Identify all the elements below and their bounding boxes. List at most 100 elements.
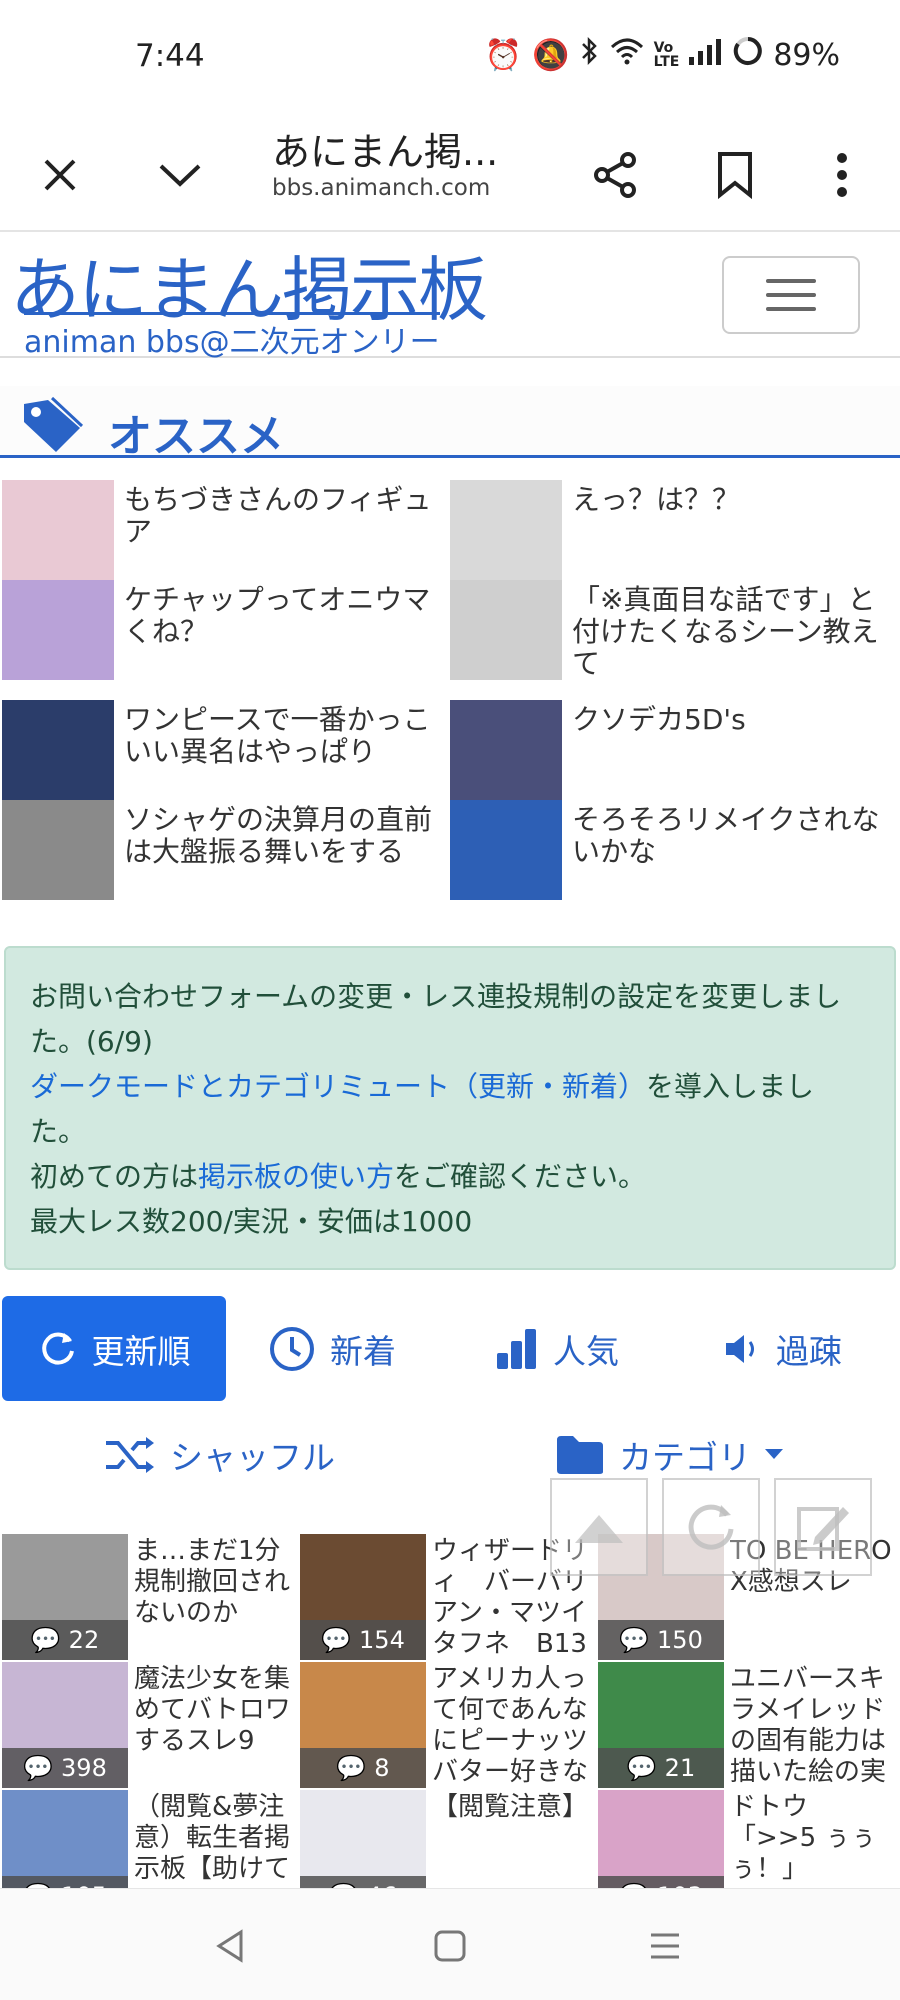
thread-grid: 💬 22 ま…まだ1分規制撤回されないのか 💬 154 ウィザードリィ バーバリアン… (0, 1530, 900, 1890)
how-to-use-link[interactable]: 掲示板の使い方 (198, 1160, 394, 1193)
thread-title[interactable]: 魔法少女を集めてバトロワするスレ9 (134, 1664, 298, 1788)
scroll-top-button[interactable] (550, 1478, 648, 1576)
notice-line: ダークモードとカテゴリミュート（更新・新着）を導入しました。 (30, 1070, 815, 1148)
hamburger-line (766, 293, 816, 297)
thread-card[interactable]: 💬 398 魔法少女を集めてバトロワするスレ9 (2, 1662, 300, 1788)
thread-card[interactable]: 💬46 【閲覧注意】 (300, 1790, 598, 1890)
thread-thumbnail[interactable]: 💬103 (598, 1790, 724, 1890)
wifi-icon (610, 37, 644, 73)
recommend-item[interactable]: ワンピースで一番かっこいい異名はやっぱり (2, 700, 432, 800)
shuffle-icon (106, 1437, 154, 1473)
thread-title[interactable]: 【閲覧注意】 (432, 1792, 596, 1890)
thread-card[interactable]: 💬 21 ユニバースキラメイレッドの固有能力は描いた絵の実 (598, 1662, 896, 1788)
page-url[interactable]: bbs.animanch.com (272, 175, 490, 201)
thread-card[interactable]: 💬105 （閲覧&夢注意）転生者掲示板【助けて (2, 1790, 300, 1890)
bluetooth-icon (580, 36, 600, 74)
recommend-thumbnail[interactable] (450, 700, 562, 800)
reply-count: 💬 22 (2, 1620, 128, 1660)
comment-icon: 💬 (336, 1754, 367, 1782)
recommend-item[interactable]: もちづきさんのフィギュア (2, 480, 432, 580)
recommend-item-title[interactable]: クソデカ5D's (572, 704, 882, 736)
thread-card[interactable]: 💬 8 アメリカ人って何であんなにピーナッツバター好きな (300, 1662, 598, 1788)
recents-icon[interactable] (630, 1911, 700, 1981)
recommend-item-title[interactable]: ソシャゲの決算月の直前は大盤振る舞いをする (124, 804, 434, 868)
thread-thumbnail[interactable]: 💬105 (2, 1790, 128, 1890)
shuffle-button[interactable]: シャッフル (104, 1410, 335, 1500)
tag-icon (20, 396, 86, 460)
share-icon[interactable] (580, 140, 650, 210)
recommend-thumbnail[interactable] (2, 580, 114, 680)
recommend-item[interactable]: えっ？は？？ (450, 480, 880, 580)
recommend-thumbnail[interactable] (2, 700, 114, 800)
sort-tabs: 更新順 新着 人気 過疎 (0, 1296, 900, 1401)
page-title[interactable]: あにまん掲... (272, 121, 498, 176)
alarm-icon: ⏰ (484, 37, 523, 73)
caret-down-icon (765, 1449, 783, 1459)
close-icon[interactable] (25, 140, 95, 210)
reply-count: 💬 398 (2, 1748, 128, 1788)
notice-box: お問い合わせフォームの変更・レス連投規制の設定を変更しました。(6/9) ダーク… (4, 946, 896, 1270)
bookmark-icon[interactable] (700, 140, 770, 210)
thread-title[interactable]: ま…まだ1分規制撤回されないのか (134, 1536, 298, 1660)
site-header: あにまん掲示板 animan bbs@二次元オンリー (0, 234, 900, 360)
notice-line: お問い合わせフォームの変更・レス連投規制の設定を変更しました。(6/9) (30, 980, 842, 1058)
thread-thumbnail[interactable]: 💬 21 (598, 1662, 724, 1788)
recommend-item[interactable]: ソシャゲの決算月の直前は大盤振る舞いをする (2, 800, 432, 900)
chevron-down-icon[interactable] (145, 140, 215, 210)
tab-past[interactable]: 過疎 (722, 1296, 842, 1401)
recommend-item-title[interactable]: もちづきさんのフィギュア (124, 484, 434, 548)
thread-thumbnail[interactable]: 💬 8 (300, 1662, 426, 1788)
thread-title[interactable]: ドトウ「>>5 ぅぅぅ！」 (730, 1792, 894, 1890)
recommend-item-title[interactable]: ケチャップってオニウマくね？ (124, 584, 434, 648)
recommend-thumbnail[interactable] (450, 580, 562, 680)
speaker-icon (726, 1334, 754, 1363)
new-thread-button[interactable] (774, 1478, 872, 1576)
reply-count: 💬 8 (300, 1748, 426, 1788)
comment-icon: 💬 (626, 1754, 657, 1782)
reload-button[interactable] (662, 1478, 760, 1576)
thread-title[interactable]: （閲覧&夢注意）転生者掲示板【助けて (134, 1792, 298, 1890)
hamburger-menu-button[interactable] (722, 256, 860, 334)
notice-line: 最大レス数200/実況・安価は1000 (30, 1205, 473, 1238)
tab-update[interactable]: 更新順 (2, 1296, 226, 1401)
comment-icon: 💬 (30, 1626, 61, 1654)
thread-thumbnail[interactable]: 💬 22 (2, 1534, 128, 1660)
refresh-icon (41, 1332, 74, 1365)
refresh-icon (688, 1504, 734, 1550)
status-time: 7:44 (135, 38, 205, 74)
recommend-thumbnail[interactable] (450, 800, 562, 900)
thread-card[interactable]: 💬103 ドトウ「>>5 ぅぅぅ！」 (598, 1790, 896, 1890)
reply-count: 💬 150 (598, 1620, 724, 1660)
more-options-icon[interactable] (807, 140, 877, 210)
thread-title[interactable]: ユニバースキラメイレッドの固有能力は描いた絵の実 (730, 1664, 894, 1788)
back-icon[interactable] (196, 1911, 266, 1981)
folder-icon (557, 1436, 603, 1474)
recommend-item[interactable]: 「※真面目な話です」と付けたくなるシーン教えて (450, 580, 880, 680)
edit-icon (797, 1507, 849, 1551)
recommend-item[interactable]: そろそろリメイクされないかな (450, 800, 880, 900)
volte-icon: Vo LTE (653, 40, 680, 70)
recommend-thumbnail[interactable] (2, 480, 114, 580)
thread-thumbnail[interactable]: 💬46 (300, 1790, 426, 1890)
recommend-thumbnail[interactable] (450, 480, 562, 580)
thread-card[interactable]: 💬 22 ま…まだ1分規制撤回されないのか (2, 1534, 300, 1660)
tab-new[interactable]: 新着 (268, 1296, 396, 1401)
home-icon[interactable] (415, 1911, 485, 1981)
recommend-item-title[interactable]: ワンピースで一番かっこいい異名はやっぱり (124, 704, 434, 768)
system-nav-bar (0, 1888, 900, 2000)
mute-icon: 🔕 (532, 37, 570, 73)
recommend-item[interactable]: クソデカ5D's (450, 700, 880, 800)
thread-thumbnail[interactable]: 💬 154 (300, 1534, 426, 1660)
arrow-up-icon (575, 1515, 623, 1543)
recommend-item-title[interactable]: そろそろリメイクされないかな (572, 804, 882, 868)
recommend-item[interactable]: ケチャップってオニウマくね？ (2, 580, 432, 680)
recommend-thumbnail[interactable] (2, 800, 114, 900)
thread-title[interactable]: アメリカ人って何であんなにピーナッツバター好きな (432, 1664, 596, 1788)
thread-thumbnail[interactable]: 💬 398 (2, 1662, 128, 1788)
recommend-item-title[interactable]: えっ？は？？ (572, 484, 882, 516)
status-icons: ⏰ 🔕 Vo LTE 89% (485, 36, 840, 74)
recommend-section: オススメ もちづきさんのフィギュア えっ？は？？ ケチャップってオニウマくね？ … (0, 358, 900, 918)
recommend-item-title[interactable]: 「※真面目な話です」と付けたくなるシーン教えて (572, 584, 882, 680)
tab-popular[interactable]: 人気 (495, 1296, 619, 1401)
dark-mode-link[interactable]: ダークモードとカテゴリミュート（更新・新着） (30, 1070, 646, 1103)
